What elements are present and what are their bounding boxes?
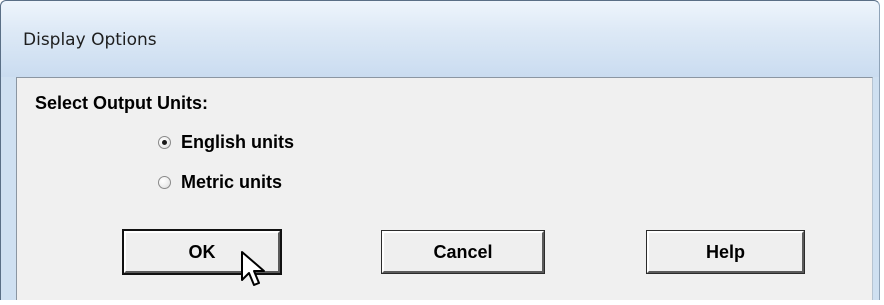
- radio-button-checked-icon[interactable]: [158, 136, 171, 149]
- radio-english-units[interactable]: English units: [158, 132, 294, 153]
- radio-button-unchecked-icon[interactable]: [158, 176, 171, 189]
- radio-metric-units[interactable]: Metric units: [158, 172, 282, 193]
- english-units-label: English units: [181, 132, 295, 152]
- arrow-pointer-icon: [241, 251, 265, 286]
- metric-units-label: Metric units: [181, 172, 283, 192]
- title-bar[interactable]: Display Options: [1, 1, 879, 77]
- help-button[interactable]: Help: [646, 230, 805, 274]
- output-units-label: Select Output Units:: [35, 93, 209, 113]
- cancel-button[interactable]: Cancel: [381, 230, 545, 274]
- dialog-title: Display Options: [23, 30, 157, 50]
